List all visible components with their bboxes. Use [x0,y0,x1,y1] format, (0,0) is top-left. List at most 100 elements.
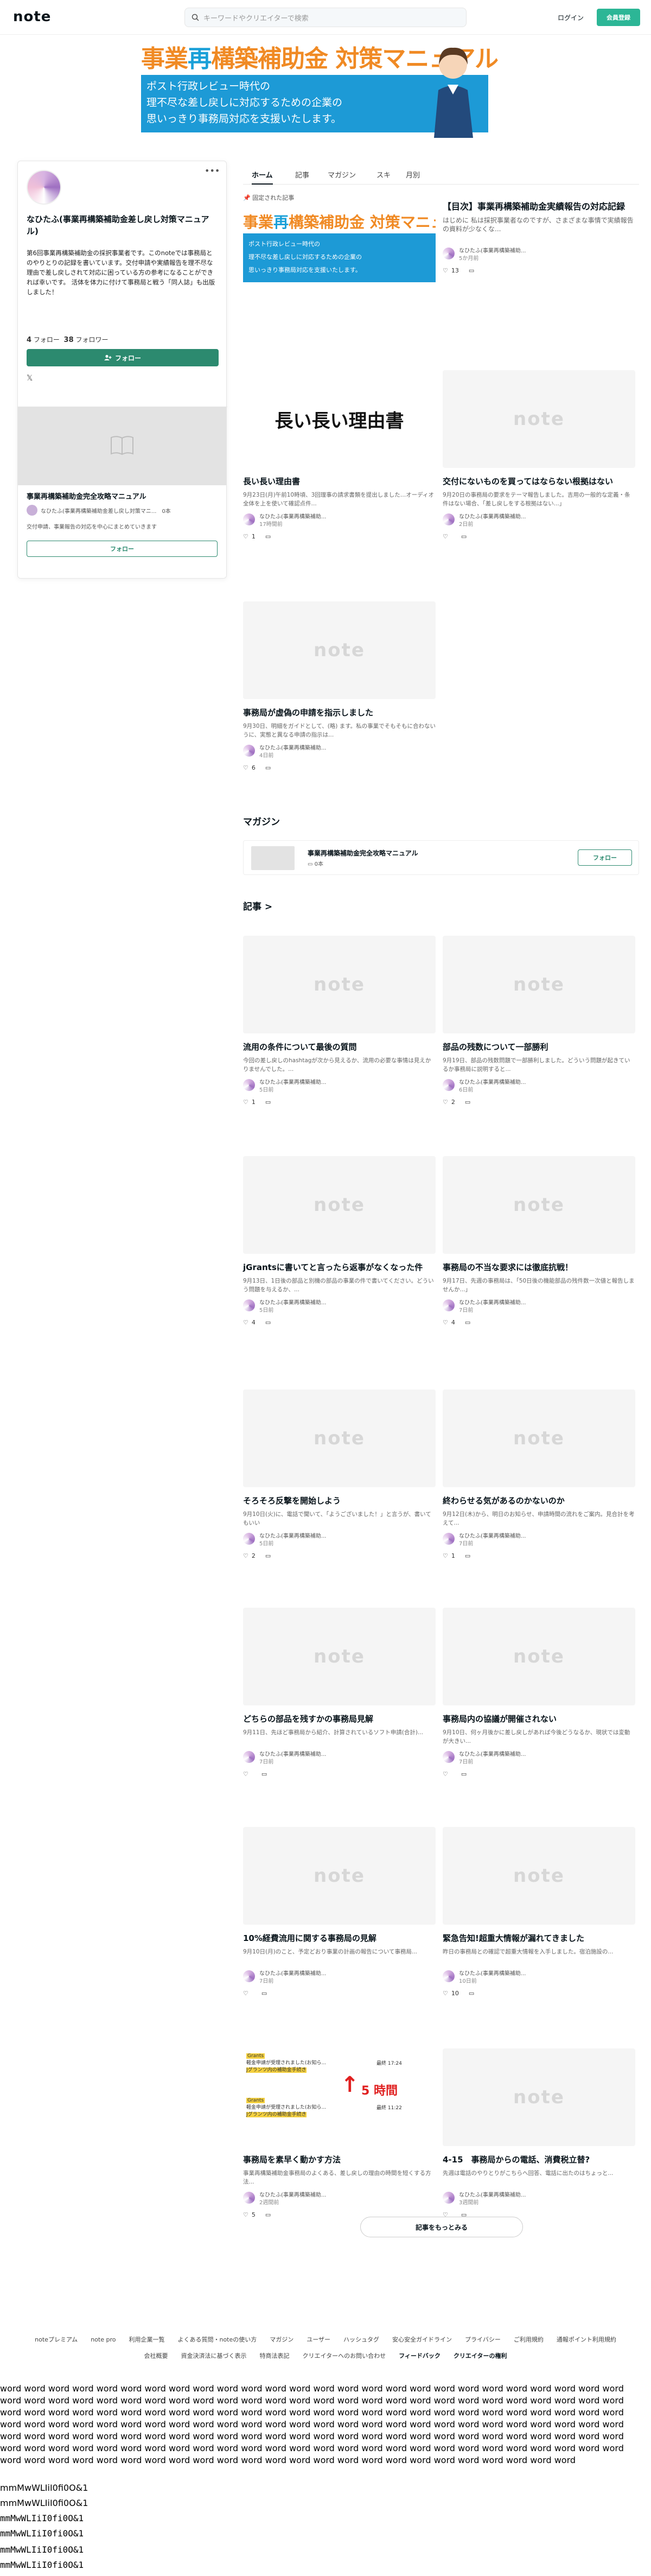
note-logo[interactable]: note [13,9,51,25]
tab-home[interactable]: ホーム [252,169,273,185]
article-title[interactable]: 流用の条件について最後の質問 [243,1041,436,1053]
article-card[interactable]: note 事務局が虚偽の申請を指示しました 9月30日、明細をガイドとして、(略… [243,601,436,771]
article-title[interactable]: 事務局を素早く動かす方法 [243,2154,436,2166]
article-card[interactable]: note jGrantsに書いてと言ったら返事がなくなった件 9月13日、1日後の部… [243,1156,436,1326]
article-title[interactable]: jGrantsに書いてと言ったら返事がなくなった件 [243,1261,436,1273]
heart-icon[interactable]: ♡ [243,1099,248,1106]
footer-link[interactable]: プライバシー [465,2336,501,2343]
footer-link[interactable]: noteプレミアム [35,2336,78,2343]
heart-icon[interactable]: ♡ [243,2211,248,2218]
comment-icon[interactable]: ▭ [465,1319,470,1326]
article-title[interactable]: 【目次】事業再構築補助金実績報告の対応記録 [443,201,635,213]
profile-name[interactable]: なひたふ(事業再構築補助金差し戻し対策マニュアル) [27,213,216,237]
article-title[interactable]: 事務局内の協議が開催されない [443,1713,635,1725]
comment-icon[interactable]: ▭ [265,764,271,771]
heart-icon[interactable]: ♡ [243,533,248,540]
article-title[interactable]: 終わらせる気があるのかないのか [443,1495,635,1507]
comment-icon[interactable]: ▭ [465,1552,470,1559]
footer-link[interactable]: 利用企業一覧 [129,2336,164,2343]
footer-link[interactable]: note pro [91,2336,116,2343]
tab-monthly[interactable]: 月別 [406,169,420,180]
magazine-follow-button[interactable]: フォロー [27,541,218,557]
article-card[interactable]: note 流用の条件について最後の質問 今回の差し戻しのhashtagが次から見える… [243,936,436,1106]
comment-icon[interactable]: ▭ [461,533,467,540]
signup-button[interactable]: 会員登録 [597,9,640,26]
footer-link[interactable]: 通報ポイント利用規約 [557,2336,616,2343]
article-card[interactable]: note 4-15 事務局からの電話、消費税立替? 先週は電話のやりとりがこちらへ回… [443,2048,635,2218]
comment-icon[interactable]: ▭ [469,267,474,274]
heart-icon[interactable]: ♡ [443,1552,448,1559]
magazine-row[interactable]: 事業再構築補助金完全攻略マニュアル ▭ 0本 フォロー [243,840,639,875]
article-card[interactable]: 長い長い理由書 長い長い理由書 9月23日(月)午前10時頃、3回理事の請求書類… [243,370,436,540]
heart-icon[interactable]: ♡ [243,1771,248,1778]
follow-stats[interactable]: 4 フォロー 38 フォロワー [27,335,108,344]
magazine-follow-button[interactable]: フォロー [578,849,632,866]
comment-icon[interactable]: ▭ [265,1319,271,1326]
article-card[interactable]: 事業再構築補助金 対策マニュアル ポスト行政レビュー時代の理不尽な差し戻しに対応… [243,208,436,306]
comment-icon[interactable]: ▭ [265,533,271,540]
footer-link[interactable]: ユーザー [307,2336,330,2343]
heart-icon[interactable]: ♡ [243,1552,248,1559]
comment-icon[interactable]: ▭ [261,1771,267,1778]
heart-icon[interactable]: ♡ [443,267,448,274]
footer-link[interactable]: 安心安全ガイドライン [392,2336,452,2343]
heart-icon[interactable]: ♡ [443,1771,448,1778]
search-input[interactable]: キーワードやクリエイターで検索 [184,8,467,27]
article-title[interactable]: 10%経費流用に関する事務局の見解 [243,1932,436,1944]
footer-link[interactable]: ハッシュタグ [343,2336,379,2343]
heart-icon[interactable]: ♡ [443,1099,448,1106]
article-title[interactable]: 長い長い理由書 [243,475,436,487]
article-card[interactable]: note 交付にないものを買ってはならない根拠はない 9月20日の事務局の要求を… [443,370,635,540]
footer-link[interactable]: マガジン [270,2336,293,2343]
heart-icon[interactable]: ♡ [443,1319,448,1326]
avatar[interactable] [27,170,61,205]
comment-icon[interactable]: ▭ [265,1552,271,1559]
article-title[interactable]: 事務局が虚偽の申請を指示しました [243,707,436,719]
article-card[interactable]: note 緊急告知!超重大情報が漏れてきました 昨日の事務局との確認で超重大情報を入… [443,1827,635,1997]
heart-icon[interactable]: ♡ [243,1319,248,1326]
article-card[interactable]: 【目次】事業再構築補助金実績報告の対応記録 はじめに 私は採択事業者なのですが、… [443,201,635,274]
footer-link[interactable]: 資金決済法に基づく表示 [181,2352,247,2359]
article-title[interactable]: 4-15 事務局からの電話、消費税立替? [443,2154,635,2166]
follow-button[interactable]: フォロー [27,349,219,366]
article-card[interactable]: note どちらの部品を残すかの事務局見解 9月11日、先ほど事務局から紹介、計算さ… [243,1608,436,1778]
comment-icon[interactable]: ▭ [461,1771,467,1778]
comment-icon[interactable]: ▭ [261,1990,267,1997]
article-card[interactable]: note 事務局の不当な要求には徹底抗戦！ 9月17日、先週の事務局は、「50日後の… [443,1156,635,1326]
article-title[interactable]: 緊急告知!超重大情報が漏れてきました [443,1932,635,1944]
heart-icon[interactable]: ♡ [243,764,248,771]
footer-link[interactable]: よくある質問・noteの使い方 [177,2336,257,2343]
article-title[interactable]: 交付にないものを買ってはならない根拠はない [443,475,635,487]
footer-link[interactable]: 特商法表記 [260,2352,290,2359]
footer-link[interactable]: クリエイターへのお問い合わせ [303,2352,386,2359]
footer-link[interactable]: 会社概要 [144,2352,168,2359]
article-card[interactable]: note そろそろ反撃を開始しよう 9月10日(火)に、電話で聞いて、「ようございま… [243,1389,436,1559]
articles-section-heading[interactable]: 記事 > [243,899,272,912]
magazine-title[interactable]: 事業再構築補助金完全攻略マニュアル [308,848,418,858]
article-card[interactable]: note 部品の残数について一部勝利 9月19日、部品の残数問題で一部勝利しました。… [443,936,635,1106]
article-title[interactable]: どちらの部品を残すかの事務局見解 [243,1713,436,1725]
article-title[interactable]: そろそろ反撃を開始しよう [243,1495,436,1507]
comment-icon[interactable]: ▭ [265,1099,271,1106]
article-card[interactable]: note 10%経費流用に関する事務局の見解 9月10日(月)のこと、予定どおり事業… [243,1827,436,1997]
x-social-icon[interactable]: 𝕏 [27,374,33,383]
comment-icon[interactable]: ▭ [465,1099,470,1106]
footer-link[interactable]: フィードバック [399,2352,441,2359]
more-menu-icon[interactable]: ••• [205,166,220,176]
comment-icon[interactable]: ▭ [265,2211,271,2218]
heart-icon[interactable]: ♡ [443,1990,448,1997]
article-card[interactable]: note 終わらせる気があるのかないのか 9月12日(木)から、明日のお知らせ、申請… [443,1389,635,1559]
article-card[interactable]: Grants 軽金申請が受理されました(お知ら... Jグランツ内の補助金手続き 最終… [243,2048,436,2218]
login-button[interactable]: ログイン [553,9,588,26]
tab-magazine[interactable]: マガジン [328,169,356,180]
footer-link[interactable]: ご利用規約 [514,2336,544,2343]
more-articles-button[interactable]: 記事をもっとみる [360,2217,523,2237]
comment-icon[interactable]: ▭ [469,1990,474,1997]
tab-articles[interactable]: 記事 [295,169,309,180]
article-title[interactable]: 部品の残数について一部勝利 [443,1041,635,1053]
article-title[interactable]: 事務局の不当な要求には徹底抗戦！ [443,1261,635,1273]
heart-icon[interactable]: ♡ [243,1990,248,1997]
sidebar-magazine-card[interactable]: 事業再構築補助金完全攻略マニュアル なひたふ(事業再構築補助金差し戻し対策マニ.… [18,407,227,579]
footer-link[interactable]: クリエイターの権利 [454,2352,507,2359]
heart-icon[interactable]: ♡ [443,533,448,540]
